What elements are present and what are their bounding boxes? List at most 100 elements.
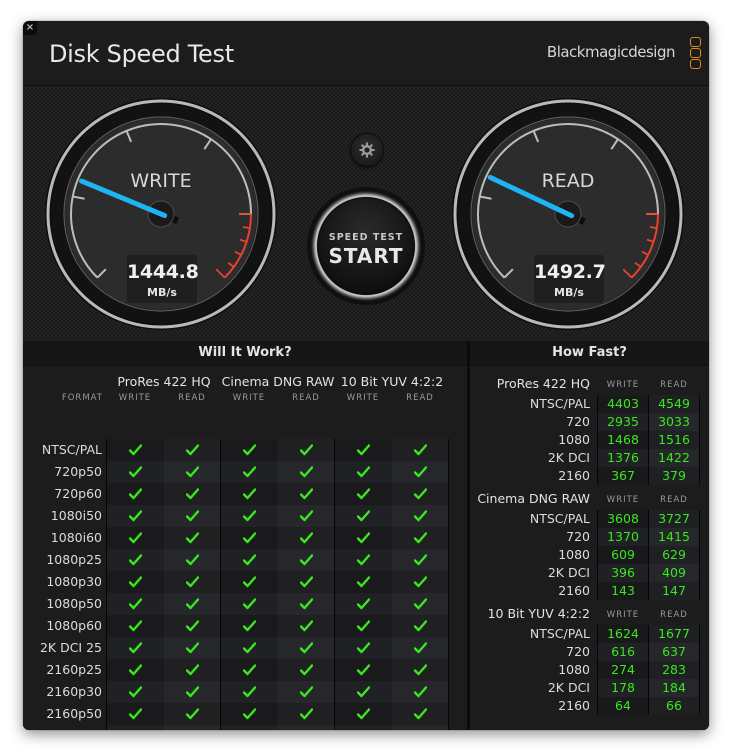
- checkmark-icon: [186, 466, 199, 478]
- checkmark-icon: [243, 664, 256, 676]
- format-label: 2160p50: [46, 706, 102, 721]
- table-row: 2160p25: [23, 659, 467, 681]
- result-cell: [335, 549, 392, 571]
- read-fps-value: 184: [649, 679, 699, 697]
- table-row: NTSC/PAL 1624 1677: [470, 625, 709, 643]
- checkmark-icon: [186, 620, 199, 632]
- checkmark-icon: [357, 620, 370, 632]
- result-cell: [221, 505, 278, 527]
- result-cell: [335, 483, 392, 505]
- table-row: 720 1370 1415: [470, 528, 709, 546]
- gauge-area: WRITE 1444.8 MB/s SPEED TEST START READ …: [23, 85, 709, 341]
- result-cell: [164, 483, 221, 505]
- result-cell: [392, 615, 449, 637]
- checkmark-icon: [414, 576, 427, 588]
- result-cell: [392, 549, 449, 571]
- checkmark-icon: [300, 444, 313, 456]
- checkmark-icon: [300, 510, 313, 522]
- codec-title: ProRes 422 HQ: [496, 376, 590, 391]
- resolution-label: NTSC/PAL: [529, 396, 590, 411]
- checkmark-icon: [357, 708, 370, 720]
- result-cell: [335, 505, 392, 527]
- checkmark-icon: [300, 576, 313, 588]
- read-gauge-label: READ: [541, 170, 595, 192]
- column-divider: [220, 439, 221, 730]
- format-label: 1080p25: [46, 552, 102, 567]
- write-gauge-label: WRITE: [130, 170, 192, 192]
- table-row: 1080p25: [23, 549, 467, 571]
- result-cell: [164, 703, 221, 725]
- result-cell: [221, 483, 278, 505]
- read-gauge: READ 1492.7 MB/s: [450, 96, 686, 332]
- write-fps-value: 3608: [598, 510, 648, 528]
- checkmark-icon: [129, 620, 142, 632]
- write-fps-value: 64: [598, 697, 648, 715]
- result-cell: [335, 593, 392, 615]
- table-row: 2160p50: [23, 703, 467, 725]
- read-fps-value: 379: [649, 467, 699, 485]
- checkmark-icon: [414, 510, 427, 522]
- result-cell: [278, 615, 335, 637]
- checkmark-icon: [357, 554, 370, 566]
- checkmark-icon: [129, 686, 142, 698]
- result-cell: [164, 439, 221, 461]
- checkmark-icon: [129, 444, 142, 456]
- resolution-label: NTSC/PAL: [529, 626, 590, 641]
- write-gauge: WRITE 1444.8 MB/s: [43, 96, 279, 332]
- result-cell: [107, 725, 164, 730]
- format-label: 1080p60: [46, 618, 102, 633]
- result-cell: [164, 461, 221, 483]
- result-cell: [392, 483, 449, 505]
- result-cell: [221, 593, 278, 615]
- format-label: 1080i60: [50, 530, 102, 545]
- result-cell: [107, 549, 164, 571]
- table-row: 1080 1468 1516: [470, 431, 709, 449]
- write-fps-value: 2935: [598, 413, 648, 431]
- checkmark-icon: [357, 466, 370, 478]
- checkmark-icon: [300, 708, 313, 720]
- checkmark-icon: [300, 642, 313, 654]
- start-button-label: START: [328, 244, 404, 268]
- checkmark-icon: [414, 488, 427, 500]
- checkmark-icon: [300, 620, 313, 632]
- start-button[interactable]: SPEED TEST START: [307, 187, 425, 305]
- column-divider: [699, 395, 700, 485]
- settings-button[interactable]: [351, 134, 383, 166]
- result-cell: [107, 615, 164, 637]
- result-cell: [335, 571, 392, 593]
- read-fps-value: 3727: [649, 510, 699, 528]
- resolution-label: NTSC/PAL: [529, 511, 590, 526]
- checkmark-icon: [129, 488, 142, 500]
- column-divider: [699, 625, 700, 715]
- checkmark-icon: [186, 576, 199, 588]
- table-row: 2160 367 379: [470, 467, 709, 485]
- resolution-label: 2K DCI: [547, 680, 590, 695]
- checkmark-icon: [357, 642, 370, 654]
- checkmark-icon: [186, 444, 199, 456]
- write-column-header: WRITE: [346, 393, 380, 403]
- read-fps-value: 629: [649, 546, 699, 564]
- result-cell: [221, 637, 278, 659]
- will-it-work-panel: Will It Work? FORMAT ProRes 422 HQ WRITE R…: [23, 341, 467, 730]
- close-button[interactable]: ×: [23, 21, 37, 35]
- result-cell: [392, 593, 449, 615]
- result-cell: [107, 637, 164, 659]
- codec-title: 10 Bit YUV 4:2:2: [487, 606, 590, 621]
- checkmark-icon: [357, 488, 370, 500]
- result-cell: [107, 527, 164, 549]
- format-label: 2160p25: [46, 662, 102, 677]
- start-button-face: SPEED TEST START: [317, 197, 415, 295]
- brand-name: Blackmagicdesign: [546, 43, 676, 61]
- table-row: 2K DCI 25: [23, 637, 467, 659]
- result-cell: [107, 681, 164, 703]
- result-cell: [107, 593, 164, 615]
- read-fps-value: 1516: [649, 431, 699, 449]
- result-cell: [278, 725, 335, 730]
- table-row: 1080p50: [23, 593, 467, 615]
- write-speed-value: 1444.8: [127, 261, 199, 283]
- read-fps-value: 3033: [649, 413, 699, 431]
- write-fps-value: 1376: [598, 449, 648, 467]
- result-cell: [164, 615, 221, 637]
- result-cell: [392, 571, 449, 593]
- write-column-header: WRITE: [606, 610, 640, 620]
